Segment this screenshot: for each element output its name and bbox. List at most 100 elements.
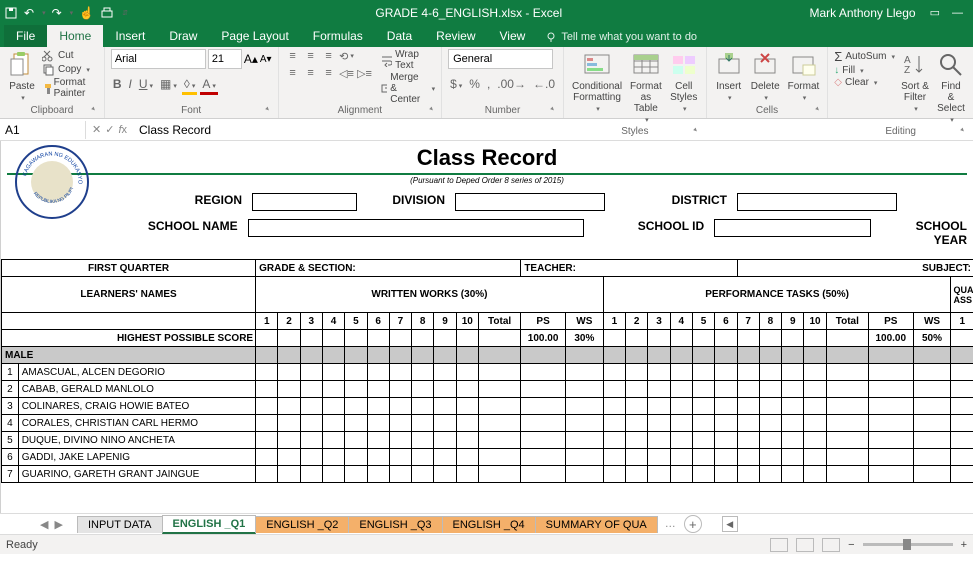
font-size-input[interactable] [208, 49, 242, 69]
autosum-button[interactable]: ΣAutoSum▾ [834, 49, 895, 64]
name-box[interactable]: A1 [0, 121, 86, 139]
page-layout-view-icon[interactable] [796, 538, 814, 552]
fill-color-button[interactable]: ◊▾ [182, 76, 197, 95]
indent-increase-icon[interactable]: ▷≡ [357, 66, 373, 80]
number-format-select[interactable] [448, 49, 553, 69]
cell-grade-section[interactable]: GRADE & SECTION: [256, 260, 521, 277]
normal-view-icon[interactable] [770, 538, 788, 552]
align-top-icon[interactable]: ≡ [285, 49, 301, 63]
border-button[interactable]: ▦▾ [158, 76, 179, 95]
table-row[interactable]: 4CORALES, CHRISTIAN CARL HERMO [2, 415, 973, 432]
redo-icon[interactable]: ↷ [52, 6, 62, 20]
italic-button[interactable]: I [126, 76, 133, 95]
cut-button[interactable]: Cut [42, 49, 98, 62]
class-record-table[interactable]: FIRST QUARTER GRADE & SECTION: TEACHER: … [1, 259, 973, 483]
sheet-tab-english-q3[interactable]: ENGLISH _Q3 [348, 516, 442, 533]
tab-formulas[interactable]: Formulas [301, 25, 375, 47]
print-preview-icon[interactable] [100, 6, 114, 20]
row-col-numbers[interactable]: 12345678910 TotalPSWS 12345678910 TotalP… [2, 313, 973, 330]
underline-button[interactable]: U▾ [137, 76, 155, 95]
tab-view[interactable]: View [488, 25, 538, 47]
tab-data[interactable]: Data [375, 25, 424, 47]
font-name-input[interactable] [111, 49, 206, 69]
zoom-out-icon[interactable]: − [848, 539, 854, 551]
tab-insert[interactable]: Insert [103, 25, 157, 47]
table-row[interactable]: 1AMASCUAL, ALCEN DEGORIO [2, 364, 973, 381]
tab-scroll-right-icon[interactable]: ▶ [54, 518, 62, 531]
cell-written-works-header[interactable]: WRITTEN WORKS (30%) [256, 277, 604, 313]
fx-icon[interactable]: fx [118, 124, 127, 136]
input-school-name[interactable] [248, 219, 584, 237]
bold-button[interactable]: B [111, 76, 124, 95]
page-break-view-icon[interactable] [822, 538, 840, 552]
undo-icon[interactable]: ↶ [24, 6, 34, 20]
minimize-icon[interactable]: — [952, 7, 963, 19]
tell-me-search[interactable]: Tell me what you want to do [537, 27, 705, 47]
format-painter-button[interactable]: Format Painter [42, 77, 98, 99]
table-row[interactable]: 6GADDI, JAKE LAPENIG [2, 449, 973, 466]
cancel-formula-icon[interactable]: ✕ [92, 123, 101, 136]
cell-performance-header[interactable]: PERFORMANCE TASKS (50%) [603, 277, 951, 313]
clear-button[interactable]: ◇Clear▾ [834, 77, 895, 88]
orientation-icon[interactable]: ⟲▾ [339, 49, 355, 63]
save-icon[interactable] [4, 6, 18, 20]
tab-scroll-left-icon[interactable]: ◀ [40, 518, 48, 531]
fill-button[interactable]: ↓Fill▾ [834, 65, 895, 76]
tab-review[interactable]: Review [424, 25, 487, 47]
sort-filter-button[interactable]: AZSort & Filter▾ [899, 49, 931, 115]
input-school-id[interactable] [714, 219, 871, 237]
tab-draw[interactable]: Draw [157, 25, 209, 47]
cell-quarter[interactable]: FIRST QUARTER [2, 260, 256, 277]
conditional-formatting-button[interactable]: Conditional Formatting▾ [570, 49, 624, 115]
insert-cells-button[interactable]: Insert▾ [713, 49, 745, 104]
worksheet[interactable]: KAGAWARAN NG EDUKASYONREPUBLIKA NG PILIP… [0, 141, 973, 513]
format-cells-button[interactable]: Format▾ [786, 49, 822, 104]
ribbon-options-icon[interactable]: ▭ [930, 6, 940, 19]
new-sheet-button[interactable]: + [684, 515, 702, 533]
accounting-format-icon[interactable]: $▾ [448, 76, 464, 92]
input-region[interactable] [252, 193, 357, 211]
table-row[interactable]: 2CABAB, GERALD MANLOLO [2, 381, 973, 398]
cell-learners-header[interactable]: LEARNERS' NAMES [2, 277, 256, 313]
table-row[interactable]: 5DUQUE, DIVINO NINO ANCHETA [2, 432, 973, 449]
align-middle-icon[interactable]: ≡ [303, 49, 319, 63]
indent-decrease-icon[interactable]: ◁≡ [339, 66, 355, 80]
sheet-tab-english-q1[interactable]: ENGLISH _Q1 [162, 515, 257, 534]
format-as-table-button[interactable]: Format as Table▾ [628, 49, 664, 126]
tab-file[interactable]: File [4, 25, 47, 47]
find-select-button[interactable]: Find & Select▾ [935, 49, 967, 126]
sheet-tab-input-data[interactable]: INPUT DATA [77, 516, 163, 533]
delete-cells-button[interactable]: Delete▾ [749, 49, 782, 104]
shrink-font-icon[interactable]: A▾ [260, 54, 272, 65]
grow-font-icon[interactable]: A▴ [244, 52, 258, 66]
enter-formula-icon[interactable]: ✓ [105, 123, 114, 136]
sheet-tab-english-q2[interactable]: ENGLISH _Q2 [255, 516, 349, 533]
merge-center-button[interactable]: Merge & Center▾ [381, 72, 436, 105]
user-name[interactable]: Mark Anthony Llego [810, 6, 916, 20]
align-center-icon[interactable]: ≡ [303, 66, 319, 80]
increase-decimal-icon[interactable]: .00→ [495, 76, 528, 92]
h-scroll-left-icon[interactable]: ◀ [722, 516, 738, 532]
zoom-slider[interactable] [863, 543, 953, 546]
font-color-button[interactable]: A▾ [200, 76, 218, 95]
zoom-in-icon[interactable]: + [961, 539, 967, 551]
copy-button[interactable]: Copy▾ [42, 63, 98, 76]
row-male-header[interactable]: MALE [2, 347, 973, 364]
cell-qa-header[interactable]: QUAASS [951, 277, 973, 313]
decrease-decimal-icon[interactable]: ←.0 [531, 76, 557, 92]
paste-button[interactable]: Paste▾ [6, 49, 38, 104]
align-left-icon[interactable]: ≡ [285, 66, 301, 80]
cell-styles-button[interactable]: Cell Styles▾ [668, 49, 700, 115]
touch-mode-icon[interactable]: ☝ [79, 6, 94, 20]
align-bottom-icon[interactable]: ≡ [321, 49, 337, 63]
cell-teacher[interactable]: TEACHER: [521, 260, 737, 277]
comma-format-icon[interactable]: , [485, 76, 492, 92]
table-row[interactable]: 7GUARINO, GARETH GRANT JAINGUE [2, 466, 973, 483]
percent-format-icon[interactable]: % [467, 76, 482, 92]
tab-page-layout[interactable]: Page Layout [209, 25, 300, 47]
align-right-icon[interactable]: ≡ [321, 66, 337, 80]
cell-subject[interactable]: SUBJECT: [737, 260, 973, 277]
sheet-tab-english-q4[interactable]: ENGLISH _Q4 [442, 516, 536, 533]
input-district[interactable] [737, 193, 897, 211]
sheet-tab-summary[interactable]: SUMMARY OF QUA [535, 516, 658, 533]
